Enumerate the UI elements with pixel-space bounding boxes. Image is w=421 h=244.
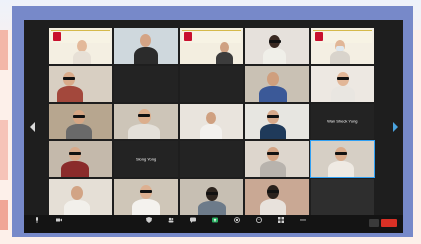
participant-body [329, 51, 350, 64]
video-tile[interactable] [179, 141, 244, 178]
end-meeting-button[interactable] [381, 219, 397, 227]
zoom-meeting-window: Wan Sheck Yung Siong Yong [24, 20, 403, 233]
record-icon [234, 217, 240, 223]
participant-body [64, 200, 90, 215]
participant-body [57, 85, 83, 102]
participant-body [61, 161, 89, 178]
video-tile[interactable] [245, 65, 309, 102]
video-camera-icon [56, 218, 62, 222]
participant-face [267, 71, 280, 86]
video-tile[interactable] [114, 65, 178, 102]
org-logo-icon [53, 32, 61, 41]
blurred-eyes [269, 40, 282, 43]
participant-body [197, 201, 226, 215]
blurred-eyes [334, 152, 347, 156]
participant-body [263, 48, 287, 64]
video-tile[interactable] [310, 65, 374, 102]
blurred-eyes [205, 192, 218, 196]
blurred-eyes [69, 152, 81, 156]
meeting-toolbar [24, 215, 403, 233]
blurred-eyes [267, 190, 280, 194]
microphone-icon [36, 217, 38, 223]
apps-button[interactable] [272, 217, 290, 224]
video-tile[interactable] [245, 141, 309, 178]
video-tile[interactable] [49, 179, 113, 215]
left-stripe [0, 200, 8, 230]
participant-body [73, 51, 91, 64]
video-tile[interactable] [179, 179, 244, 215]
video-tile[interactable] [114, 28, 178, 64]
share-screen-icon [212, 217, 218, 223]
blurred-eyes [267, 114, 280, 118]
security-shield-icon [146, 217, 152, 223]
video-tile[interactable] [309, 140, 376, 179]
previous-page-arrow-icon[interactable] [30, 122, 35, 132]
view-toggle-button[interactable] [369, 219, 379, 227]
blurred-eyes [140, 190, 153, 194]
video-tile[interactable] [179, 65, 244, 102]
mute-button[interactable] [28, 217, 46, 224]
participant-face [71, 186, 83, 201]
blurred-eyes [336, 76, 349, 80]
participant-body [260, 123, 287, 140]
chat-button[interactable] [184, 217, 202, 224]
participant-body [128, 123, 161, 140]
participant-body [132, 199, 161, 215]
next-page-arrow-icon[interactable] [393, 122, 398, 132]
left-stripe [0, 30, 8, 70]
org-logo-icon [183, 32, 192, 41]
video-tile[interactable] [245, 28, 309, 64]
video-tile[interactable] [114, 103, 178, 140]
more-icon [300, 219, 306, 221]
share-screen-button[interactable] [206, 217, 224, 224]
apps-icon [278, 217, 284, 223]
video-tile[interactable]: Wan Sheck Yung [310, 103, 374, 140]
participant-body [260, 199, 287, 215]
blurred-eyes [63, 76, 75, 80]
record-button[interactable] [228, 217, 246, 224]
blurred-eyes [267, 152, 280, 156]
gallery-view: Wan Sheck Yung Siong Yong [49, 28, 376, 215]
video-tile[interactable]: Siong Yong [114, 141, 178, 178]
blurred-eyes [138, 113, 151, 117]
participant-display-name: Siong Yong [135, 156, 157, 162]
video-tile[interactable] [310, 28, 374, 64]
participant-body [259, 85, 288, 102]
participant-body [199, 123, 222, 140]
security-button[interactable] [140, 217, 158, 224]
participants-icon [168, 217, 174, 223]
video-button[interactable] [50, 217, 68, 224]
participant-body [330, 85, 355, 102]
more-button[interactable] [294, 217, 312, 224]
event-banner [181, 30, 242, 43]
participant-face [205, 111, 216, 124]
video-tile[interactable] [179, 103, 244, 140]
blurred-eyes [73, 114, 85, 118]
participant-body [134, 47, 159, 64]
video-tile[interactable] [49, 65, 113, 102]
participant-body [327, 161, 354, 178]
left-stripe [0, 120, 8, 180]
video-tile[interactable] [49, 103, 113, 140]
reactions-icon [256, 217, 262, 223]
participant-body [215, 52, 233, 64]
video-tile[interactable] [245, 103, 309, 140]
reactions-button[interactable] [250, 217, 268, 224]
participant-face [140, 34, 152, 47]
video-tile[interactable] [310, 179, 374, 215]
video-tile[interactable] [179, 28, 244, 64]
participant-display-name: Wan Sheck Yung [327, 118, 358, 124]
video-tile[interactable] [245, 179, 309, 215]
participant-body [66, 123, 92, 140]
chat-icon [190, 217, 196, 223]
participant-body [260, 161, 287, 178]
participants-button[interactable] [162, 217, 180, 224]
video-tile[interactable] [49, 28, 113, 64]
video-tile[interactable] [49, 141, 113, 178]
video-tile[interactable] [114, 179, 178, 215]
org-logo-icon [314, 32, 323, 41]
